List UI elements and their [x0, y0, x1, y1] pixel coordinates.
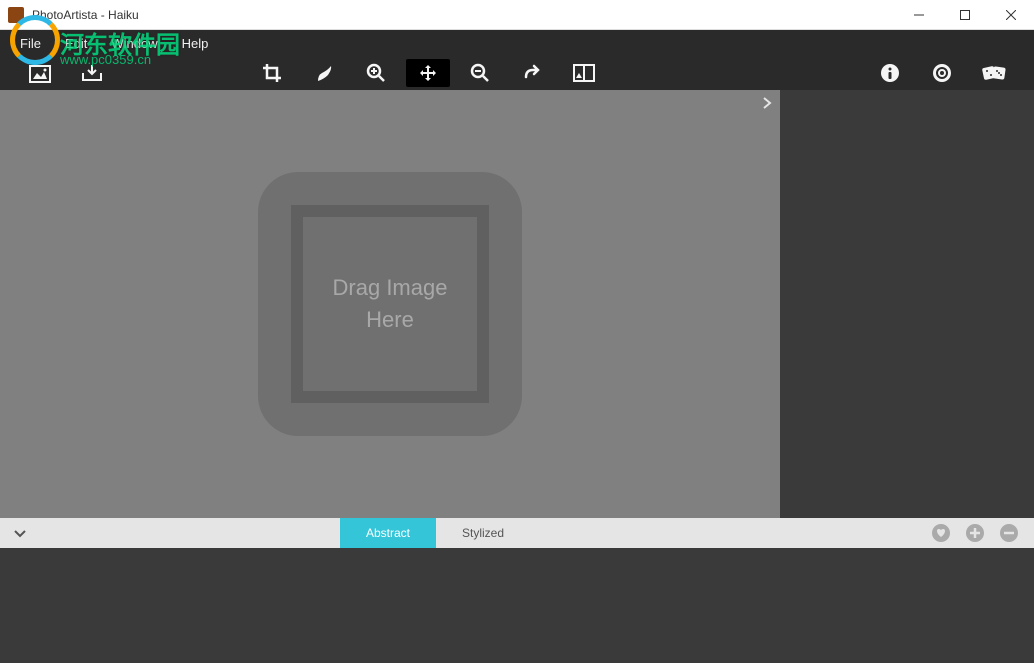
compare-icon	[573, 64, 595, 82]
settings-button[interactable]	[920, 59, 964, 87]
tab-stylized[interactable]: Stylized	[436, 518, 530, 548]
close-button[interactable]	[988, 0, 1034, 30]
redo-icon	[522, 63, 542, 83]
dice-button[interactable]	[972, 59, 1016, 87]
canvas-panel[interactable]: Drag Image Here	[0, 90, 780, 518]
chevron-right-icon	[762, 96, 772, 110]
menubar: File Edit Window Help	[0, 30, 1034, 56]
expand-panel-button[interactable]	[0, 518, 40, 548]
collapse-panel-button[interactable]	[762, 96, 772, 110]
redo-button[interactable]	[510, 59, 554, 87]
app-icon	[8, 7, 24, 23]
zoom-in-button[interactable]	[354, 59, 398, 87]
brush-button[interactable]	[302, 59, 346, 87]
tabbar: Abstract Stylized	[0, 518, 1034, 548]
menu-help[interactable]: Help	[170, 32, 221, 55]
crop-icon	[262, 63, 282, 83]
menu-file[interactable]: File	[8, 32, 53, 55]
side-panel	[780, 90, 1034, 518]
move-icon	[418, 63, 438, 83]
remove-button[interactable]	[996, 520, 1022, 546]
maximize-button[interactable]	[942, 0, 988, 30]
dice-icon	[981, 63, 1007, 83]
compare-button[interactable]	[562, 59, 606, 87]
info-icon	[880, 63, 900, 83]
tabbar-tools	[928, 520, 1034, 546]
minimize-button[interactable]	[896, 0, 942, 30]
save-image-button[interactable]	[70, 59, 114, 87]
move-button[interactable]	[406, 59, 450, 87]
open-image-icon	[29, 63, 51, 83]
window-controls	[896, 0, 1034, 30]
tab-abstract[interactable]: Abstract	[340, 518, 436, 548]
drop-text-line2: Here	[366, 304, 414, 336]
add-button[interactable]	[962, 520, 988, 546]
window-title: PhotoArtista - Haiku	[32, 8, 139, 22]
menu-window[interactable]: Window	[99, 32, 169, 55]
plus-icon	[965, 523, 985, 543]
drop-zone-inner: Drag Image Here	[291, 205, 489, 403]
main-area: Drag Image Here	[0, 90, 1034, 518]
drop-zone[interactable]: Drag Image Here	[258, 172, 522, 436]
crop-button[interactable]	[250, 59, 294, 87]
info-button[interactable]	[868, 59, 912, 87]
drop-text-line1: Drag Image	[333, 272, 448, 304]
minus-icon	[999, 523, 1019, 543]
zoom-in-icon	[366, 63, 386, 83]
settings-icon	[932, 63, 952, 83]
bottom-panel	[0, 548, 1034, 663]
titlebar: PhotoArtista - Haiku	[0, 0, 1034, 30]
save-image-icon	[80, 63, 104, 83]
brush-icon	[314, 63, 334, 83]
favorite-button[interactable]	[928, 520, 954, 546]
chevron-down-icon	[13, 528, 27, 538]
zoom-out-button[interactable]	[458, 59, 502, 87]
favorite-icon	[931, 523, 951, 543]
menu-edit[interactable]: Edit	[53, 32, 99, 55]
open-image-button[interactable]	[18, 59, 62, 87]
style-tabs: Abstract Stylized	[340, 518, 530, 548]
toolbar	[0, 56, 1034, 90]
zoom-out-icon	[470, 63, 490, 83]
